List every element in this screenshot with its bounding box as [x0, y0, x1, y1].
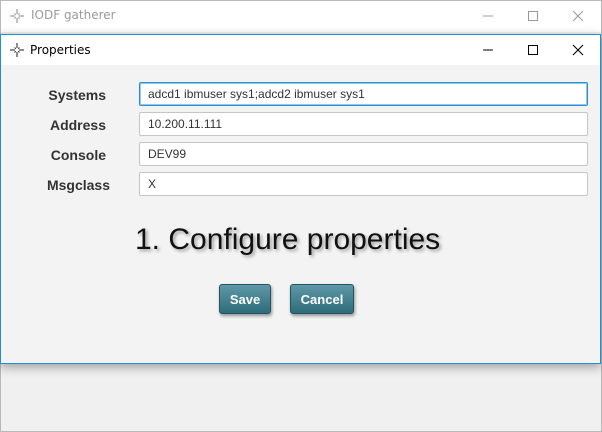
- save-button[interactable]: Save: [219, 284, 271, 314]
- console-input[interactable]: [139, 142, 588, 166]
- address-label: Address: [49, 117, 106, 133]
- app-cross-icon: [9, 8, 25, 24]
- msgclass-label: Msgclass: [46, 177, 110, 193]
- address-input[interactable]: [139, 112, 588, 136]
- dialog-maximize-button[interactable]: [510, 35, 556, 65]
- cancel-button[interactable]: Cancel: [290, 284, 354, 314]
- main-window-title: IODF gatherer: [31, 8, 116, 22]
- main-close-button[interactable]: [555, 1, 601, 31]
- console-label: Console: [50, 147, 106, 163]
- minimize-icon: [483, 49, 493, 51]
- dialog-minimize-button[interactable]: [465, 35, 511, 65]
- close-icon: [572, 10, 584, 22]
- main-titlebar: IODF gatherer: [1, 1, 601, 32]
- close-icon: [572, 44, 584, 56]
- main-minimize-button[interactable]: [465, 1, 511, 31]
- maximize-icon: [528, 11, 538, 21]
- minimize-icon: [483, 15, 493, 17]
- dialog-title: Properties: [30, 43, 91, 57]
- dialog-titlebar: Properties: [1, 35, 600, 65]
- systems-input[interactable]: [139, 82, 588, 106]
- systems-label: Systems: [48, 87, 106, 103]
- app-cross-icon: [9, 42, 25, 58]
- main-maximize-button[interactable]: [510, 1, 556, 31]
- properties-dialog: Properties Systems Address Console Msgcl…: [0, 34, 601, 364]
- msgclass-input[interactable]: [139, 172, 588, 196]
- maximize-icon: [528, 45, 538, 55]
- dialog-close-button[interactable]: [555, 35, 601, 65]
- step-annotation: 1. Configure properties: [135, 223, 441, 256]
